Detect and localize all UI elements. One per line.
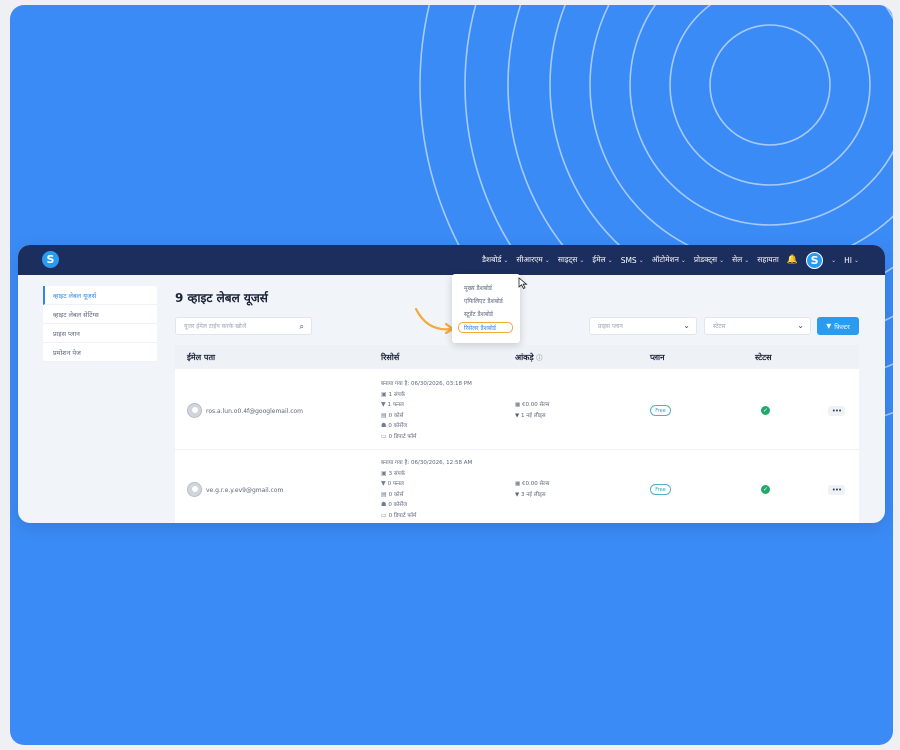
chevron-down-icon: ⌄ (638, 256, 644, 264)
nav-sms[interactable]: SMS ⌄ (621, 256, 644, 265)
dashboard-dropdown-menu: मुख्य डैशबोर्ड एफिलिएट डैशबोर्ड स्टूडेंट… (452, 274, 520, 343)
user-avatar-icon (187, 403, 202, 418)
header-resources: रिसोर्स (381, 353, 400, 362)
nav-dashboard[interactable]: डैशबोर्ड ⌄ (482, 255, 508, 265)
header-email: ईमेल पता (187, 353, 216, 362)
row-resources: बनाया गया है: 06/30/2026, 03:18 PM ▣ 1 सं… (381, 381, 472, 440)
dropdown-item-reseller-dashboard[interactable]: रिसेलर डैशबोर्ड (464, 324, 496, 332)
nav-email[interactable]: ईमेल ⌄ (592, 255, 612, 265)
search-input[interactable]: यूजर ईमेल टाईप करके खोजें ⌕ (175, 317, 312, 335)
row-email: ros.a.lun.o0.4f@googlemail.com (206, 408, 304, 415)
user-greeting[interactable]: HI ⌄ (844, 256, 859, 265)
app-logo[interactable]: S (42, 251, 59, 268)
graduation-cap-icon: ☗ (381, 422, 387, 429)
dropdown-item-student-dashboard[interactable]: स्टूडेंट डैशबोर्ड (464, 310, 493, 318)
table-row[interactable]: ve.g.r.e.y.ev9@gmail.com बनाया गया है: 0… (175, 450, 859, 523)
course-icon: ▤ (381, 411, 387, 419)
sidebar: व्हाइट लेबल यूजर्स व्हाइट लेबल सेटिंग्स … (43, 286, 157, 362)
plan-badge: Free (650, 484, 671, 495)
chevron-down-icon[interactable]: ⌄ (831, 257, 836, 264)
chevron-down-icon: ⌄ (579, 256, 585, 264)
page-title: 9 व्हाइट लेबल यूजर्स (175, 291, 268, 305)
sidebar-item-promotion-page[interactable]: प्रमोशन पेज (43, 343, 157, 362)
created-date: बनाया गया है: 06/30/2026, 12:58 AM (381, 460, 473, 466)
chevron-down-icon: ⌄ (503, 256, 509, 264)
users-table: ईमेल पता रिसोर्स आंकड़े ⓘ प्लान स्टेटस r… (175, 345, 859, 523)
chevron-down-icon: ⌄ (853, 256, 859, 264)
plan-select-value: प्राइस प्लान (598, 323, 623, 330)
sidebar-item-white-label-settings[interactable]: व्हाइट लेबल सेटिंग्स (43, 305, 157, 324)
status-check-icon: ✓ (761, 485, 770, 494)
chevron-down-icon: ⌄ (683, 321, 690, 330)
sidebar-item-white-label-users[interactable]: व्हाइट लेबल यूजर्स (43, 286, 157, 305)
user-avatar[interactable]: S (806, 251, 824, 269)
main-nav: डैशबोर्ड ⌄ सीआरएम ⌄ साइट्स ⌄ ईमेल ⌄ SMS ⌄ ऑटो… (482, 245, 859, 275)
row-stats: ▦ €0.00 सेल्स ▼ 3 नई लीड्स (515, 481, 550, 498)
header-stats: आंकड़े ⓘ (515, 353, 543, 362)
created-date: बनाया गया है: 06/30/2026, 03:18 PM (381, 381, 472, 387)
dropdown-item-main-dashboard[interactable]: मुख्य डैशबोर्ड (464, 284, 492, 292)
funnel-icon: ▼ (381, 480, 386, 487)
mouse-cursor-icon (518, 277, 528, 289)
chevron-down-icon: ⌄ (719, 256, 725, 264)
header-plan: प्लान (650, 353, 665, 362)
funnel-icon: ▼ (515, 491, 520, 498)
plan-select[interactable]: प्राइस प्लान ⌄ (589, 317, 697, 335)
contact-icon: ▣ (381, 469, 387, 477)
status-check-icon: ✓ (761, 406, 770, 415)
funnel-icon: ▼ (381, 401, 386, 408)
chevron-down-icon: ⌄ (744, 256, 750, 264)
table-row[interactable]: ros.a.lun.o0.4f@googlemail.com बनाया गया… (175, 371, 859, 450)
bell-icon[interactable]: 🔔 (787, 255, 798, 265)
filter-button-label: फ़िल्टर (834, 322, 850, 331)
dropdown-item-affiliate-dashboard[interactable]: एफिलिएट डैशबोर्ड (464, 297, 503, 305)
filter-button[interactable]: ▼ फ़िल्टर (817, 317, 859, 335)
money-icon: ▦ (515, 402, 521, 408)
more-actions-button[interactable]: ••• (828, 406, 845, 416)
chevron-down-icon: ⌄ (607, 256, 613, 264)
nav-sites[interactable]: साइट्स ⌄ (558, 255, 585, 265)
row-stats: ▦ €0.00 सेल्स ▼ 1 नई लीड्स (515, 402, 550, 419)
plan-badge: Free (650, 405, 671, 416)
nav-crm[interactable]: सीआरएम ⌄ (516, 255, 549, 265)
info-icon[interactable]: ⓘ (536, 355, 542, 362)
table-header: ईमेल पता रिसोर्स आंकड़े ⓘ प्लान स्टेटस (175, 345, 859, 369)
form-icon: ▭ (381, 432, 387, 440)
nav-help[interactable]: सहायता (757, 255, 779, 265)
user-avatar-icon (187, 482, 202, 497)
nav-sales[interactable]: सेल ⌄ (732, 255, 749, 265)
funnel-icon: ▼ (515, 412, 520, 419)
course-icon: ▤ (381, 490, 387, 498)
chevron-down-icon: ⌄ (797, 321, 804, 330)
background-frame: S डैशबोर्ड ⌄ सीआरएम ⌄ साइट्स ⌄ ईमेल ⌄ SMS ⌄ ऑ… (10, 5, 893, 745)
row-resources: बनाया गया है: 06/30/2026, 12:58 AM ▣ 3 सं… (381, 460, 473, 519)
nav-automation[interactable]: ऑटोमेशन ⌄ (652, 255, 686, 265)
sidebar-item-price-plan[interactable]: प्राइस प्लान (43, 324, 157, 343)
contact-icon: ▣ (381, 390, 387, 398)
more-actions-button[interactable]: ••• (828, 485, 845, 495)
chevron-down-icon: ⌄ (680, 256, 686, 264)
filter-icon: ▼ (826, 322, 832, 330)
money-icon: ▦ (515, 481, 521, 487)
form-icon: ▭ (381, 511, 387, 519)
status-select-value: स्टेटस (713, 323, 726, 330)
search-icon[interactable]: ⌕ (300, 322, 304, 332)
nav-products[interactable]: प्रोडक्ट्स ⌄ (694, 255, 724, 265)
status-select[interactable]: स्टेटस ⌄ (704, 317, 811, 335)
header-status: स्टेटस (755, 353, 772, 362)
search-placeholder: यूजर ईमेल टाईप करके खोजें (184, 323, 247, 330)
app-window: S डैशबोर्ड ⌄ सीआरएम ⌄ साइट्स ⌄ ईमेल ⌄ SMS ⌄ ऑ… (18, 245, 885, 523)
chevron-down-icon: ⌄ (544, 256, 550, 264)
top-navbar: S डैशबोर्ड ⌄ सीआरएम ⌄ साइट्स ⌄ ईमेल ⌄ SMS ⌄ ऑ… (18, 245, 885, 275)
graduation-cap-icon: ☗ (381, 501, 387, 508)
row-email: ve.g.r.e.y.ev9@gmail.com (206, 487, 284, 494)
